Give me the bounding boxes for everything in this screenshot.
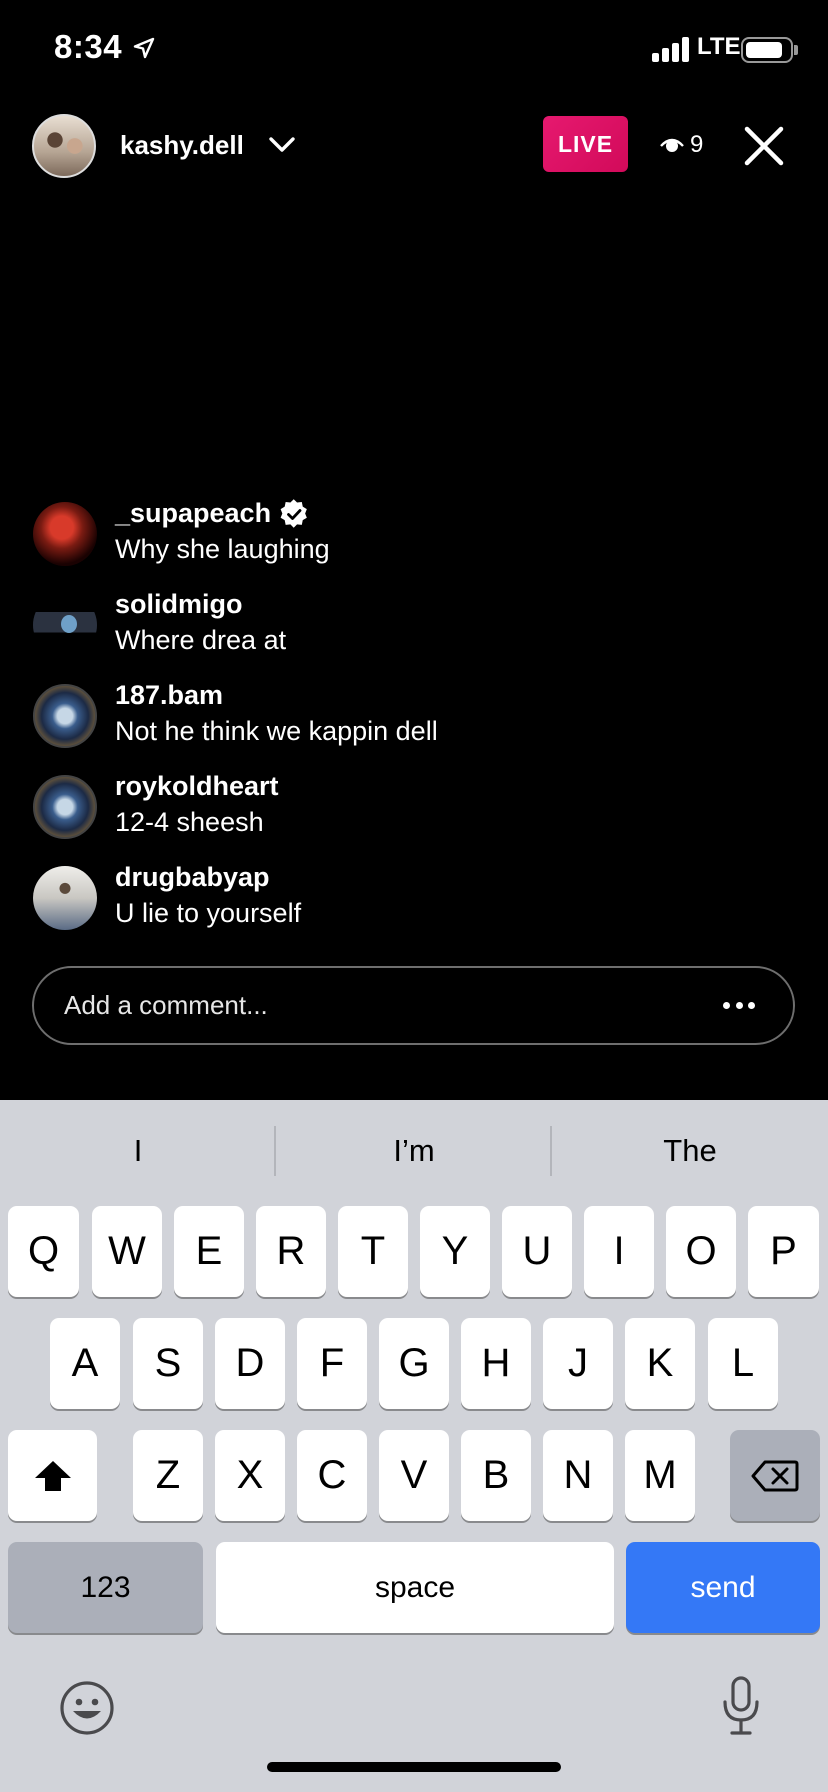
commenter-username[interactable]: _supapeach bbox=[115, 498, 309, 529]
key-o[interactable]: O bbox=[666, 1206, 736, 1297]
commenter-avatar[interactable] bbox=[33, 866, 97, 930]
comment-text: 12-4 sheesh bbox=[115, 807, 264, 837]
comment-item[interactable]: _supapeach Why she laughing bbox=[0, 498, 828, 578]
comment-text: Not he think we kappin dell bbox=[115, 716, 438, 746]
status-bar: 8:34 LTE bbox=[0, 0, 828, 100]
key-j[interactable]: J bbox=[543, 1318, 613, 1409]
keyboard-bottom-bar bbox=[0, 1668, 828, 1792]
key-z[interactable]: Z bbox=[133, 1430, 203, 1521]
key-k[interactable]: K bbox=[625, 1318, 695, 1409]
shift-arrow-icon bbox=[34, 1460, 71, 1491]
keyboard: I I’m The Q W E R T Y U I O P A S D F G … bbox=[0, 1100, 828, 1792]
key-g[interactable]: G bbox=[379, 1318, 449, 1409]
commenter-username[interactable]: drugbabyap bbox=[115, 862, 270, 893]
key-y[interactable]: Y bbox=[420, 1206, 490, 1297]
backspace-key[interactable] bbox=[730, 1430, 820, 1521]
commenter-avatar[interactable] bbox=[33, 593, 97, 657]
close-icon[interactable] bbox=[742, 124, 786, 168]
key-r[interactable]: R bbox=[256, 1206, 326, 1297]
key-a[interactable]: A bbox=[50, 1318, 120, 1409]
cellular-signal-icon bbox=[652, 36, 690, 62]
key-u[interactable]: U bbox=[502, 1206, 572, 1297]
key-c[interactable]: C bbox=[297, 1430, 367, 1521]
host-avatar[interactable] bbox=[32, 114, 96, 178]
key-s[interactable]: S bbox=[133, 1318, 203, 1409]
key-f[interactable]: F bbox=[297, 1318, 367, 1409]
emoji-icon[interactable] bbox=[59, 1680, 115, 1736]
key-i[interactable]: I bbox=[584, 1206, 654, 1297]
comment-text: U lie to yourself bbox=[115, 898, 302, 928]
commenter-avatar[interactable] bbox=[33, 775, 97, 839]
predictive-bar: I I’m The bbox=[0, 1100, 828, 1200]
key-n[interactable]: N bbox=[543, 1430, 613, 1521]
comment-text: Where drea at bbox=[115, 625, 287, 655]
location-arrow-icon bbox=[133, 37, 155, 59]
status-time: 8:34 bbox=[54, 28, 123, 65]
key-h[interactable]: H bbox=[461, 1318, 531, 1409]
microphone-icon[interactable] bbox=[722, 1676, 760, 1736]
viewer-count-number: 9 bbox=[690, 131, 704, 158]
key-w[interactable]: W bbox=[92, 1206, 162, 1297]
battery-icon bbox=[741, 37, 793, 63]
commenter-avatar[interactable] bbox=[33, 684, 97, 748]
comment-composer bbox=[32, 966, 795, 1045]
suggestion-1[interactable]: I bbox=[0, 1126, 276, 1176]
key-d[interactable]: D bbox=[215, 1318, 285, 1409]
shift-key[interactable] bbox=[8, 1430, 97, 1521]
commenter-username-text: _supapeach bbox=[115, 498, 272, 528]
send-key[interactable]: send bbox=[626, 1542, 820, 1633]
commenter-avatar[interactable] bbox=[33, 502, 97, 566]
verified-badge-icon bbox=[280, 498, 307, 528]
live-header: kashy.dell LIVE 9 bbox=[0, 108, 828, 184]
comment-item[interactable]: solidmigo Where drea at bbox=[0, 589, 828, 669]
key-t[interactable]: T bbox=[338, 1206, 408, 1297]
comment-input[interactable] bbox=[64, 968, 664, 1043]
chevron-down-icon[interactable] bbox=[268, 134, 296, 156]
suggestion-2[interactable]: I’m bbox=[276, 1126, 552, 1176]
battery-level bbox=[746, 42, 782, 58]
key-b[interactable]: B bbox=[461, 1430, 531, 1521]
comment-item[interactable]: 187.bam Not he think we kappin dell bbox=[0, 680, 828, 760]
more-options-icon[interactable] bbox=[723, 1002, 755, 1010]
comment-text: Why she laughing bbox=[115, 534, 330, 564]
host-username[interactable]: kashy.dell bbox=[120, 130, 244, 161]
live-badge: LIVE bbox=[543, 116, 628, 172]
commenter-username[interactable]: solidmigo bbox=[115, 589, 243, 620]
battery-cap bbox=[794, 45, 798, 55]
commenter-username[interactable]: roykoldheart bbox=[115, 771, 279, 802]
key-p[interactable]: P bbox=[748, 1206, 819, 1297]
viewer-count[interactable]: 9 bbox=[660, 130, 703, 160]
comment-item[interactable]: drugbabyap U lie to yourself bbox=[0, 862, 828, 942]
eye-icon bbox=[660, 138, 684, 152]
suggestion-3[interactable]: The bbox=[552, 1126, 828, 1176]
comment-item[interactable]: roykoldheart 12-4 sheesh bbox=[0, 771, 828, 851]
network-type: LTE bbox=[697, 33, 741, 60]
numbers-key[interactable]: 123 bbox=[8, 1542, 203, 1633]
commenter-username[interactable]: 187.bam bbox=[115, 680, 223, 711]
key-m[interactable]: M bbox=[625, 1430, 695, 1521]
key-q[interactable]: Q bbox=[8, 1206, 79, 1297]
home-indicator[interactable] bbox=[267, 1762, 561, 1772]
key-l[interactable]: L bbox=[708, 1318, 778, 1409]
key-v[interactable]: V bbox=[379, 1430, 449, 1521]
key-e[interactable]: E bbox=[174, 1206, 244, 1297]
space-key[interactable]: space bbox=[216, 1542, 614, 1633]
key-x[interactable]: X bbox=[215, 1430, 285, 1521]
backspace-icon bbox=[751, 1460, 799, 1491]
